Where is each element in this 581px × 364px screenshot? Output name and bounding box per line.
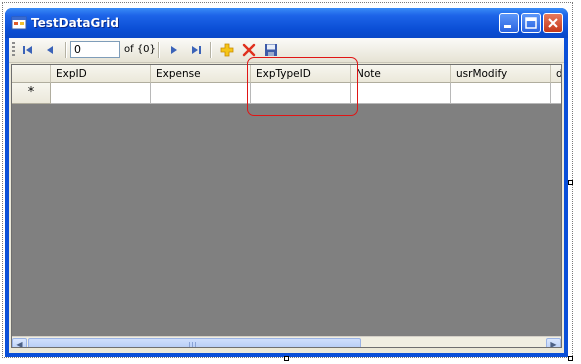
maximize-button[interactable] — [521, 13, 541, 33]
minimize-button[interactable] — [499, 13, 519, 33]
resize-handle-corner[interactable] — [568, 356, 573, 361]
resize-handle-right[interactable] — [568, 180, 573, 185]
move-last-icon[interactable] — [188, 42, 204, 58]
cell-note[interactable] — [351, 83, 451, 104]
toolstrip-separator — [210, 42, 212, 58]
form-icon — [11, 16, 27, 30]
close-icon — [548, 18, 558, 28]
column-header-usrmodify[interactable]: usrModify — [451, 65, 551, 83]
scrollbar-grip-icon — [189, 342, 198, 347]
horizontal-scrollbar[interactable]: ◀ ▶ — [12, 336, 561, 347]
close-button[interactable] — [543, 13, 563, 33]
toolstrip-grip[interactable] — [12, 42, 15, 58]
delete-icon[interactable] — [241, 42, 257, 58]
cell-dt[interactable] — [551, 83, 561, 104]
toolstrip-separator — [65, 42, 67, 58]
resize-handle-bottom[interactable] — [284, 356, 289, 361]
minimize-icon — [504, 25, 511, 28]
cell-usrmodify[interactable] — [451, 83, 551, 104]
maximize-icon — [525, 17, 537, 29]
position-input[interactable] — [70, 41, 120, 58]
save-icon[interactable] — [263, 42, 279, 58]
annotation-highlight-box — [247, 57, 358, 116]
title-bar[interactable]: TestDataGrid — [5, 8, 568, 38]
cell-expense[interactable] — [151, 83, 251, 104]
window-title: TestDataGrid — [31, 16, 119, 30]
column-header-expense[interactable]: Expense — [151, 65, 251, 83]
move-first-icon[interactable] — [20, 42, 36, 58]
column-header-expid[interactable]: ExpID — [51, 65, 151, 83]
move-next-icon[interactable] — [166, 42, 182, 58]
scroll-right-button[interactable]: ▶ — [546, 338, 561, 347]
add-new-icon[interactable] — [219, 42, 235, 58]
cell-expid[interactable] — [51, 83, 151, 104]
top-left-header-cell[interactable] — [12, 65, 51, 83]
new-row-marker[interactable]: * — [12, 83, 51, 104]
move-previous-icon[interactable] — [42, 42, 58, 58]
scrollbar-thumb[interactable] — [28, 338, 361, 347]
scroll-left-button[interactable]: ◀ — [12, 338, 27, 347]
column-header-dt[interactable]: dt — [551, 65, 561, 83]
count-label: of {0} — [124, 44, 156, 55]
column-header-note[interactable]: Note — [351, 65, 451, 83]
toolstrip-separator — [158, 42, 160, 58]
